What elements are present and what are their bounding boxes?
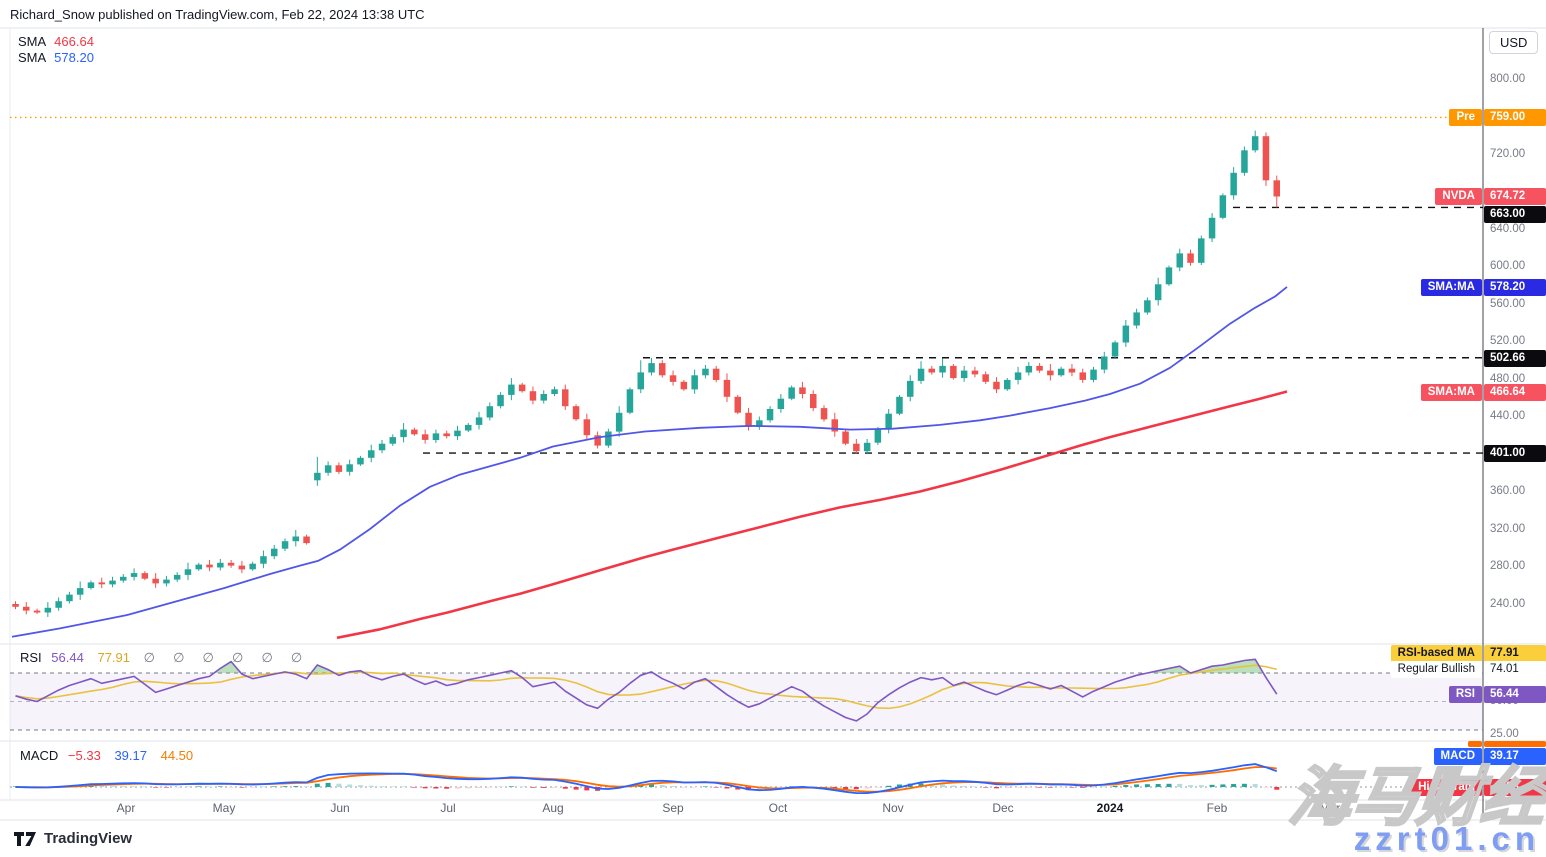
tradingview-chart-page: Richard_Snow published on TradingView.co… <box>0 0 1546 857</box>
price-axis-tick: 600.00 <box>1490 259 1525 274</box>
sma-fast-axis-label: SMA:MA <box>1421 384 1482 401</box>
publish-header: Richard_Snow published on TradingView.co… <box>10 7 425 22</box>
time-axis-label: Feb <box>1207 801 1228 815</box>
time-axis-label: May <box>213 801 236 815</box>
last-price-badge: 674.72 <box>1484 188 1546 205</box>
tradingview-logo-icon <box>14 832 37 846</box>
macd-signal-legend-value: 44.50 <box>161 748 194 763</box>
level-502-badge: 502.66 <box>1484 350 1546 367</box>
time-axis-label: Dec <box>992 801 1013 815</box>
symbol-label: NVDA <box>1435 188 1482 205</box>
time-axis-label: 2024 <box>1097 801 1124 815</box>
time-axis-label: Apr <box>117 801 136 815</box>
currency-button[interactable]: USD <box>1489 31 1538 54</box>
sma-fast-value-badge: 466.64 <box>1484 384 1546 401</box>
price-axis-tick: 440.00 <box>1490 409 1525 424</box>
divergence-value: 74.01 <box>1484 661 1546 678</box>
tradingview-footer[interactable]: TradingView <box>14 830 132 847</box>
rsi-legend: RSI 56.44 77.91 ∅ ∅ ∅ ∅ ∅ ∅ <box>20 650 309 666</box>
macd-axis-label: MACD <box>1434 748 1483 765</box>
rsi-legend-value: 56.44 <box>51 650 84 665</box>
sma-slow-legend-label: SMA <box>18 50 46 65</box>
sma-slow-legend-row: SMA 578.20 <box>18 50 94 66</box>
sma-fast-legend-label: SMA <box>18 34 46 49</box>
price-axis-tick: 640.00 <box>1490 222 1525 237</box>
rsi-legend-name: RSI <box>20 650 42 665</box>
histogram-value-badge: −5.33 <box>1484 779 1546 796</box>
rsi-axis-tick-25: 25.00 <box>1490 727 1519 742</box>
time-axis-label: Sep <box>662 801 683 815</box>
price-legend: SMA 466.64 SMA 578.20 <box>18 34 94 66</box>
macd-hist-legend-value: −5.33 <box>68 748 101 763</box>
rsi-ma-value-badge: 77.91 <box>1484 645 1546 662</box>
rsi-ma-label: RSI-based MA <box>1391 645 1482 662</box>
tradingview-brand-text: TradingView <box>44 830 132 847</box>
level-401-badge: 401.00 <box>1484 445 1546 462</box>
rsi-value-badge: 56.44 <box>1484 686 1546 703</box>
macd-legend-value: 39.17 <box>114 748 147 763</box>
premarket-label: Pre <box>1449 109 1482 126</box>
sma-slow-axis-label: SMA:MA <box>1421 279 1482 296</box>
time-axis-label: Jun <box>330 801 349 815</box>
price-axis-tick: 520.00 <box>1490 334 1525 349</box>
rsi-ma-legend-value: 77.91 <box>97 650 130 665</box>
price-axis-tick: 360.00 <box>1490 484 1525 499</box>
premarket-price-badge: 759.00 <box>1484 109 1546 126</box>
signal-badge-clipped-value <box>1484 741 1546 747</box>
time-axis-label: Aug <box>542 801 563 815</box>
level-663-badge: 663.00 <box>1484 206 1546 223</box>
macd-legend: MACD −5.33 39.17 44.50 <box>20 748 193 763</box>
price-axis-tick: 240.00 <box>1490 597 1525 612</box>
chart-canvas[interactable] <box>0 0 1546 857</box>
time-axis-label: Mar <box>1320 801 1341 815</box>
divergence-label: Regular Bullish <box>1391 661 1482 678</box>
macd-value-badge: 39.17 <box>1484 748 1546 765</box>
sma-slow-legend-value: 578.20 <box>54 50 94 65</box>
sma-slow-value-badge: 578.20 <box>1484 279 1546 296</box>
price-axis-tick: 320.00 <box>1490 522 1525 537</box>
price-axis-tick: 280.00 <box>1490 559 1525 574</box>
signal-badge-clipped-label <box>1468 741 1482 747</box>
sma-fast-legend-value: 466.64 <box>54 34 94 49</box>
time-axis-label: Apr <box>1431 801 1450 815</box>
time-axis-label: Nov <box>882 801 903 815</box>
rsi-empty-inputs: ∅ ∅ ∅ ∅ ∅ ∅ <box>144 651 310 666</box>
sma-fast-legend-row: SMA 466.64 <box>18 34 94 50</box>
rsi-label: RSI <box>1449 686 1482 703</box>
macd-legend-name: MACD <box>20 748 58 763</box>
time-axis-label: Oct <box>769 801 788 815</box>
price-axis-tick: 720.00 <box>1490 147 1525 162</box>
price-axis-tick: 800.00 <box>1490 72 1525 87</box>
price-axis-tick: 560.00 <box>1490 297 1525 312</box>
time-axis-label: Jul <box>440 801 455 815</box>
histogram-axis-label: Histogram <box>1411 779 1482 796</box>
